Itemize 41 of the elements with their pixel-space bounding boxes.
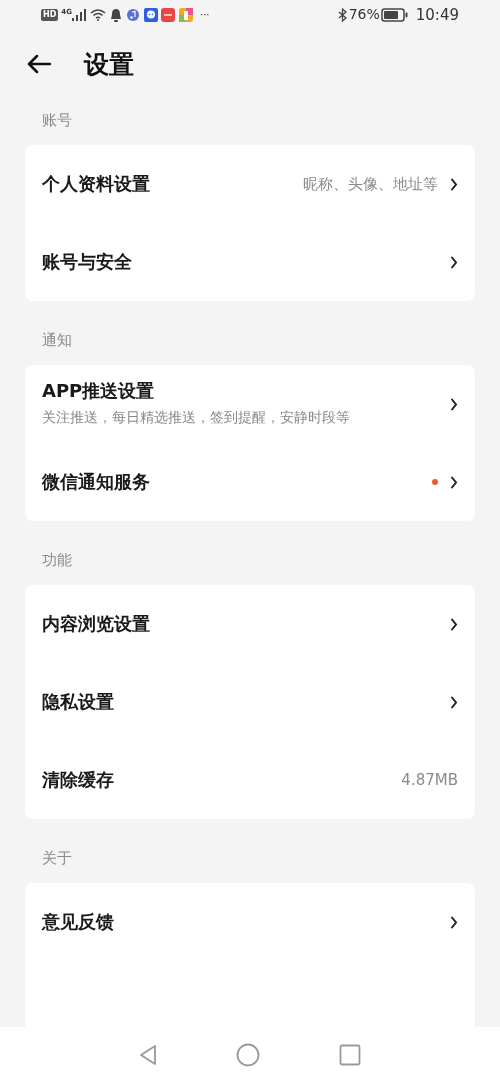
row-value: 昵称、头像、地址等 [303,173,438,195]
section-label: 通知 [41,329,73,351]
bell-icon [109,7,122,22]
hd-badge: HD [41,8,59,21]
row-title: 账号与安全 [42,250,133,274]
patchwork-app-icon [178,7,193,22]
back-icon[interactable] [139,1044,158,1066]
row-title: 个人资料设置 [42,172,151,196]
battery-percent: 76% [348,5,380,25]
app-tile-icon [160,7,175,22]
row-title: 内容浏览设置 [42,612,151,636]
signal-icon [71,8,86,21]
settings-row[interactable]: 隐私设置 [25,663,475,741]
settings-row[interactable]: 内容浏览设置 [25,585,475,663]
home-icon[interactable] [236,1043,260,1067]
row-title: 微信通知服务 [42,470,151,494]
settings-row[interactable]: APP推送设置 关注推送，每日精选推送，签到提醒，安静时段等 [25,365,475,443]
row-value: 4.87MB [401,769,458,791]
music-app-icon [126,8,139,21]
section-label: 账号 [41,109,73,131]
row-title: 意见反馈 [42,910,115,934]
battery-icon [380,7,408,22]
settings-row[interactable]: 账号与安全 [25,223,475,301]
page-title: 设置 [84,48,134,81]
chat-app-icon [143,7,158,22]
settings-row[interactable]: 清除缓存 4.87MB [25,741,475,819]
bluetooth-icon [337,7,347,22]
settings-row[interactable]: 个人资料设置 昵称、头像、地址等 [25,145,475,223]
section-label: 关于 [41,847,73,869]
more-indicator: ··· [199,8,210,23]
row-title: 清除缓存 [42,768,115,792]
row-subtitle: 关注推送，每日精选推送，签到提醒，安静时段等 [42,407,351,427]
row-title: APP推送设置 [42,380,156,403]
back-arrow-icon[interactable] [27,54,51,75]
settings-row[interactable]: 意见反馈 [25,883,475,961]
row-title: 隐私设置 [42,690,115,714]
clock: 10:49 [415,4,459,26]
settings-row[interactable]: 微信通知服务 [25,443,475,521]
wifi-icon [89,8,106,21]
section-label: 功能 [41,549,73,571]
recents-icon[interactable] [338,1044,361,1066]
